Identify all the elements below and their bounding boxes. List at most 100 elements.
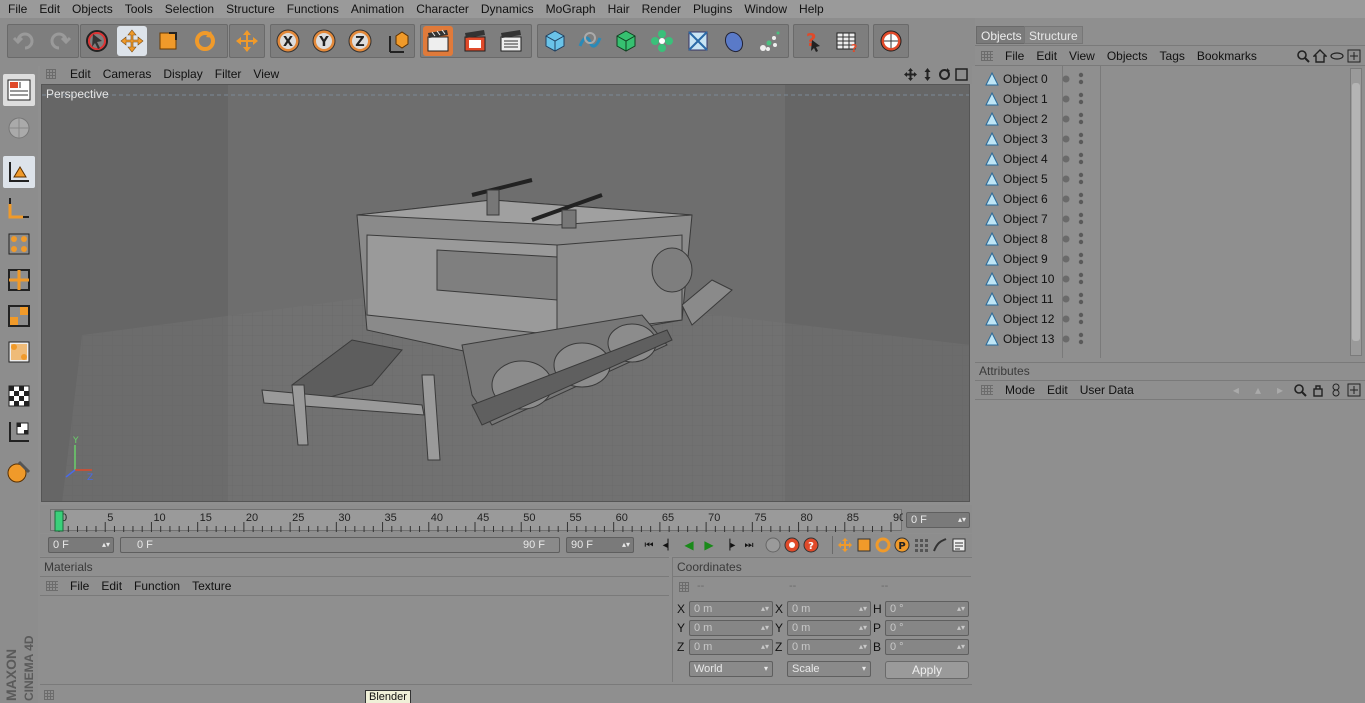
coord-field[interactable]: 0 m ▴▾	[689, 639, 773, 655]
select-tool-button[interactable]	[82, 26, 112, 56]
coord-field[interactable]: 0 m ▴▾	[787, 601, 871, 617]
visibility-dot-icon[interactable]	[1062, 155, 1070, 163]
layout-button[interactable]	[3, 74, 35, 106]
world-axis-button[interactable]	[232, 26, 262, 56]
up-arrow-icon[interactable]: ▴	[1249, 383, 1267, 397]
viewport-menu-edit[interactable]: Edit	[64, 67, 97, 81]
zoom-view-icon[interactable]	[921, 67, 934, 81]
render-dots-icon[interactable]	[1078, 132, 1084, 146]
visibility-dot-icon[interactable]	[1062, 275, 1070, 283]
object-name[interactable]: Object 5	[1003, 172, 1067, 186]
menu-animation[interactable]: Animation	[345, 2, 410, 16]
next-key-icon[interactable]: ▕▸	[720, 540, 738, 551]
visibility-dot-icon[interactable]	[1062, 295, 1070, 303]
object-row[interactable]: Object 10	[985, 269, 1343, 289]
materials-menu-function[interactable]: Function	[128, 579, 186, 593]
y-axis-button[interactable]: Y	[309, 26, 339, 56]
object-name[interactable]: Object 4	[1003, 152, 1067, 166]
render-settings-button[interactable]	[496, 26, 526, 56]
back-arrow-icon[interactable]: ◂	[1227, 383, 1245, 397]
menu-tools[interactable]: Tools	[119, 2, 159, 16]
object-name[interactable]: Object 3	[1003, 132, 1067, 146]
object-name[interactable]: Object 11	[1003, 292, 1067, 306]
visibility-dot-icon[interactable]	[1062, 235, 1070, 243]
menu-mograph[interactable]: MoGraph	[540, 2, 602, 16]
visibility-dot-icon[interactable]	[1062, 255, 1070, 263]
render-dots-icon[interactable]	[1078, 192, 1084, 206]
objects-menu-tags[interactable]: Tags	[1154, 49, 1191, 63]
object-name[interactable]: Object 12	[1003, 312, 1067, 326]
cube-object-button[interactable]	[540, 26, 570, 56]
deformer-button[interactable]	[683, 26, 713, 56]
object-row[interactable]: Object 6	[985, 189, 1343, 209]
online-button[interactable]	[876, 26, 906, 56]
workplane-mode-button[interactable]	[3, 416, 35, 448]
array-button[interactable]	[647, 26, 677, 56]
object-name[interactable]: Object 0	[1003, 72, 1067, 86]
environment-button[interactable]	[719, 26, 749, 56]
object-name[interactable]: Object 1	[1003, 92, 1067, 106]
object-row[interactable]: Object 1	[985, 89, 1343, 109]
render-dots-icon[interactable]	[1078, 92, 1084, 106]
objects-menu-file[interactable]: File	[999, 49, 1030, 63]
visibility-dot-icon[interactable]	[1062, 215, 1070, 223]
attributes-menu-edit[interactable]: Edit	[1041, 383, 1074, 397]
pan-view-icon[interactable]	[904, 67, 917, 81]
materials-menu-file[interactable]: File	[64, 579, 95, 593]
render-picture-viewer-button[interactable]	[460, 26, 490, 56]
new-window-icon[interactable]	[1347, 49, 1361, 63]
menu-functions[interactable]: Functions	[281, 2, 345, 16]
render-dots-icon[interactable]	[1078, 212, 1084, 226]
visibility-dot-icon[interactable]	[1062, 75, 1070, 83]
key-parameter-icon[interactable]: P	[894, 537, 910, 553]
object-list-scrollbar[interactable]	[1350, 68, 1362, 356]
object-row[interactable]: Object 11	[985, 289, 1343, 309]
scale-tool-button[interactable]	[153, 26, 183, 56]
min-frame-field[interactable]: 0 F ▴▾	[48, 537, 114, 553]
nurbs-button[interactable]	[611, 26, 641, 56]
goto-end-icon[interactable]: ⏭	[740, 540, 758, 551]
render-dots-icon[interactable]	[1078, 332, 1084, 346]
search-icon[interactable]	[1293, 383, 1307, 397]
object-name[interactable]: Object 9	[1003, 252, 1067, 266]
search-icon[interactable]	[1296, 49, 1310, 63]
render-view-button[interactable]	[423, 26, 453, 56]
play-backward-icon[interactable]: ◀	[680, 538, 698, 552]
viewport-menu-cameras[interactable]: Cameras	[97, 67, 158, 81]
scheme-icon[interactable]	[951, 537, 967, 553]
render-dots-icon[interactable]	[1078, 292, 1084, 306]
objects-menu-view[interactable]: View	[1063, 49, 1101, 63]
attributes-menu-user-data[interactable]: User Data	[1074, 383, 1140, 397]
visibility-dot-icon[interactable]	[1062, 315, 1070, 323]
objects-menu-objects[interactable]: Objects	[1101, 49, 1154, 63]
menu-objects[interactable]: Objects	[66, 2, 119, 16]
object-row[interactable]: Object 13	[985, 329, 1343, 349]
render-dots-icon[interactable]	[1078, 232, 1084, 246]
render-dots-icon[interactable]	[1078, 172, 1084, 186]
record-icon[interactable]	[784, 537, 800, 553]
object-row[interactable]: Object 12	[985, 309, 1343, 329]
texture-axis-button[interactable]	[3, 192, 35, 224]
menu-window[interactable]: Window	[738, 2, 793, 16]
viewport-menu-view[interactable]: View	[247, 67, 285, 81]
tab-objects[interactable]: Objects	[976, 26, 1027, 44]
object-name[interactable]: Object 10	[1003, 272, 1067, 286]
menu-file[interactable]: File	[2, 2, 33, 16]
interpolation-icon[interactable]	[932, 537, 948, 553]
render-dots-icon[interactable]	[1078, 112, 1084, 126]
object-row[interactable]: Object 0	[985, 69, 1343, 89]
render-dots-icon[interactable]	[1078, 72, 1084, 86]
forward-arrow-icon[interactable]: ▸	[1271, 383, 1289, 397]
current-frame-field[interactable]: 0 F ▴▾	[906, 512, 970, 528]
menu-edit[interactable]: Edit	[33, 2, 66, 16]
scale-select[interactable]: Scale ▾	[787, 661, 871, 677]
model-mode-button[interactable]	[3, 156, 35, 188]
key-rotation-icon[interactable]	[875, 537, 891, 553]
coord-field[interactable]: 0 m ▴▾	[787, 639, 871, 655]
uv-mode-button[interactable]	[3, 336, 35, 368]
visibility-dot-icon[interactable]	[1062, 335, 1070, 343]
attributes-menu-mode[interactable]: Mode	[999, 383, 1041, 397]
timeline-help-button[interactable]: ?	[832, 26, 862, 56]
menu-help[interactable]: Help	[793, 2, 830, 16]
apply-button[interactable]: Apply	[885, 661, 969, 679]
